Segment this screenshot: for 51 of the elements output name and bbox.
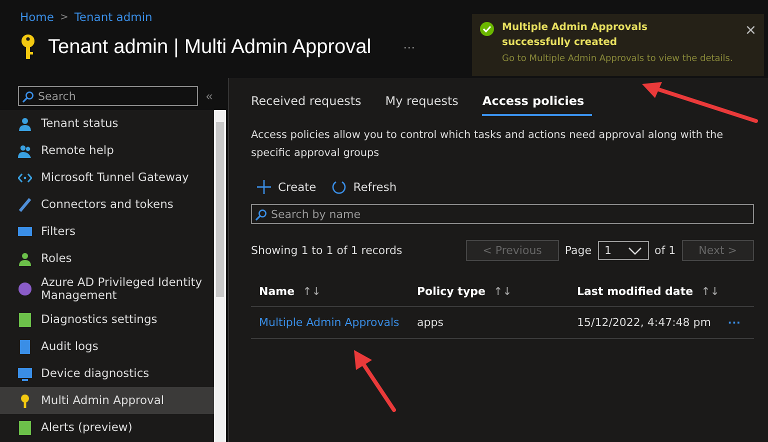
search-icon bbox=[255, 209, 267, 221]
sidebar-item[interactable]: Remote help bbox=[0, 137, 214, 164]
search-field[interactable]: Search by name bbox=[251, 204, 754, 224]
create-button[interactable]: Create bbox=[251, 180, 316, 194]
page-dropdown[interactable]: 1 bbox=[598, 241, 649, 260]
refresh-icon bbox=[332, 180, 346, 194]
notification-message: Go to Multiple Admin Approvals to view the details. bbox=[502, 54, 734, 64]
more-button[interactable]: ··· bbox=[728, 315, 741, 330]
check-icon bbox=[480, 22, 494, 36]
table-cell: 15/12/2022, 4:47:48 pm bbox=[577, 316, 711, 329]
close-button[interactable]: × bbox=[745, 20, 756, 40]
sidebar-item[interactable]: Connectors and tokens bbox=[0, 191, 214, 218]
sidebar-item[interactable]: Multi Admin Approval bbox=[0, 387, 214, 414]
sidebar-item[interactable]: Audit logs bbox=[0, 333, 214, 360]
tab[interactable]: Received requests bbox=[251, 88, 370, 116]
sidebar-item[interactable]: Filters bbox=[0, 218, 214, 245]
sidebar-item[interactable]: Tenant status bbox=[0, 110, 214, 137]
page-count: of 1 bbox=[654, 244, 676, 257]
sidebar-item[interactable]: Alerts (preview) bbox=[0, 414, 214, 441]
notification-title: Multiple Admin Approvals successfully created bbox=[502, 21, 648, 50]
sort-icon[interactable]: ↑↓ bbox=[701, 285, 720, 298]
collapse-button[interactable]: « bbox=[206, 89, 213, 103]
sidebar-item[interactable]: Device diagnostics bbox=[0, 360, 214, 387]
sidebar-item[interactable]: Roles bbox=[0, 245, 214, 272]
tab[interactable]: Access policies bbox=[482, 88, 592, 116]
table-cell: apps bbox=[417, 316, 444, 329]
tab[interactable]: My requests bbox=[385, 88, 466, 116]
breadcrumb-link[interactable]: Home bbox=[20, 10, 54, 24]
sidebar-item[interactable]: Diagnostics settings bbox=[0, 306, 214, 333]
chevron-icon bbox=[628, 246, 642, 254]
column-header[interactable]: Last modified date bbox=[577, 285, 694, 298]
description-text: Access policies allow you to control which tasks and actions need approval along with the specific approval groups bbox=[251, 128, 724, 161]
sidebar-item[interactable]: Microsoft Tunnel Gateway bbox=[0, 164, 214, 191]
scrollbar[interactable] bbox=[214, 110, 226, 442]
more-button[interactable]: ··· bbox=[397, 39, 422, 55]
breadcrumb-separator: > bbox=[60, 12, 68, 22]
key-icon bbox=[20, 34, 36, 60]
page-label: Page bbox=[564, 244, 592, 257]
column-header[interactable]: Policy type bbox=[417, 285, 486, 298]
plus-icon bbox=[257, 180, 271, 194]
column-header[interactable]: Name bbox=[259, 285, 295, 298]
refresh-button[interactable]: Refresh bbox=[326, 180, 397, 194]
page-title: Tenant admin | Multi Admin Approval bbox=[48, 36, 372, 58]
breadcrumb-link[interactable]: Tenant admin bbox=[74, 10, 152, 24]
search-icon bbox=[22, 91, 34, 103]
sort-icon[interactable]: ↑↓ bbox=[302, 285, 321, 298]
sidebar-item[interactable]: Azure AD Privileged Identity Management bbox=[0, 272, 214, 306]
sort-icon[interactable]: ↑↓ bbox=[493, 285, 512, 298]
records-count: Showing 1 to 1 of 1 records bbox=[251, 244, 402, 257]
search-field[interactable]: Search bbox=[18, 86, 198, 106]
policy-link[interactable]: Multiple Admin Approvals bbox=[259, 316, 400, 329]
